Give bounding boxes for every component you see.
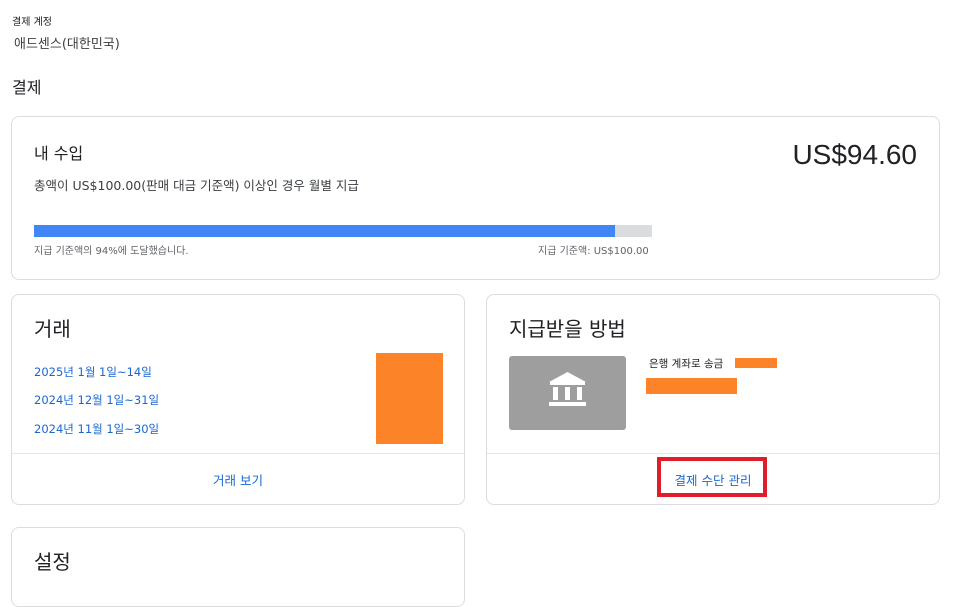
bank-icon-graphic: [549, 372, 586, 406]
payment-method-title: 지급받을 방법: [509, 317, 626, 341]
earnings-amount: US$94.60: [792, 139, 917, 170]
redacted-block: [735, 358, 777, 368]
settings-title: 설정: [34, 550, 71, 574]
bank-transfer-label: 은행 계좌로 송금: [649, 358, 724, 370]
transactions-title: 거래: [34, 317, 71, 341]
account-name: 애드센스(대한민국): [14, 37, 120, 52]
account-label: 결제 계정: [12, 17, 52, 28]
divider: [487, 453, 939, 454]
earnings-title: 내 수입: [34, 144, 84, 163]
earnings-description: 총액이 US$100.00(판매 대금 기준액) 이상인 경우 월별 지급: [34, 178, 359, 193]
payment-method-card: 지급받을 방법 은행 계좌로 송금 결제 수단 관리: [486, 294, 940, 505]
page-title: 결제: [12, 78, 42, 97]
redacted-block: [376, 353, 443, 444]
redacted-block: [646, 378, 737, 394]
earnings-card: 내 수입 US$94.60 총액이 US$100.00(판매 대금 기준액) 이…: [11, 116, 940, 280]
transaction-link[interactable]: 2024년 12월 1일~31일: [34, 392, 159, 408]
transactions-card: 거래 2025년 1월 1일~14일 2024년 12월 1일~31일 2024…: [11, 294, 465, 505]
settings-card: 설정: [11, 527, 465, 607]
transaction-link[interactable]: 2024년 11월 1일~30일: [34, 421, 159, 437]
bank-icon: [509, 356, 626, 430]
payment-threshold-text: 지급 기준액: US$100.00: [538, 246, 649, 257]
transaction-link[interactable]: 2025년 1월 1일~14일: [34, 364, 152, 380]
payment-threshold-progress: [34, 225, 652, 237]
progress-status-text: 지급 기준액의 94%에 도달했습니다.: [34, 246, 189, 257]
progress-bar-fill: [34, 225, 615, 237]
divider: [12, 453, 464, 454]
view-transactions-link[interactable]: 거래 보기: [12, 470, 464, 489]
highlight-box: [657, 457, 767, 497]
